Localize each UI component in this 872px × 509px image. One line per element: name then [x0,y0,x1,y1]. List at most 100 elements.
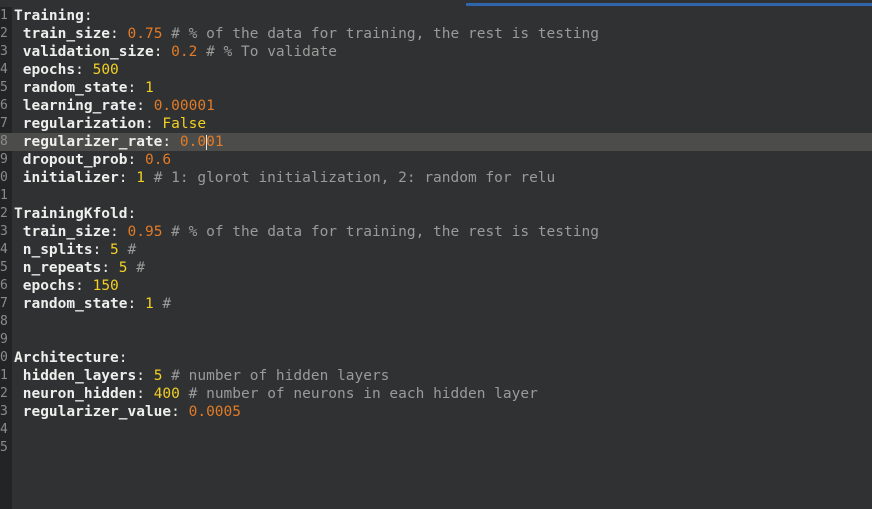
code-line[interactable]: 4 [0,421,872,439]
yaml-key: n_splits [22,242,93,258]
yaml-value: 1 [144,80,154,96]
line-number: 2 [0,26,8,41]
yaml-key: validation_size [22,44,154,60]
yaml-key: regularization [22,116,145,132]
code-line[interactable]: 5 n_repeats: 5 # [0,259,872,277]
code-text: learning_rate: 0.00001 [14,97,215,115]
yaml-comment: # [118,242,137,258]
yaml-value: 1 [136,170,145,186]
code-line[interactable]: 6 learning_rate: 0.00001 [0,97,872,115]
code-line[interactable]: 2 neuron_hidden: 400 # number of neurons… [0,385,872,403]
yaml-separator: : [118,350,128,366]
code-line[interactable]: 1 hidden_layers: 5 # number of hidden la… [0,367,872,385]
yaml-comment: # 1: glorot initialization, 2: random fo… [144,170,556,186]
yaml-comment: # [153,296,172,312]
line-number: 9 [0,332,8,347]
code-line-current[interactable]: 8 regularizer_rate: 0.001 [0,133,872,151]
yaml-separator: : [162,134,180,150]
line-number: 9 [0,152,8,167]
code-text: regularization: False [14,115,206,133]
code-text: regularizer_rate: 0.001 [14,133,224,151]
code-text: train_size: 0.75 # % of the data for tra… [14,25,599,43]
yaml-separator: : [83,8,93,24]
yaml-key: regularizer_rate [22,134,163,150]
code-text: Architecture: [14,349,128,367]
code-line[interactable]: 3 validation_size: 0.2 # % To validate [0,43,872,61]
code-text: train_size: 0.95 # % of the data for tra… [14,223,599,241]
yaml-key: regularizer_value [22,404,172,420]
code-line[interactable]: 0 initializer: 1 # 1: glorot initializat… [0,169,872,187]
active-tab-indicator[interactable] [466,3,872,6]
line-number: 0 [0,350,8,365]
yaml-separator: : [136,368,154,384]
yaml-value: 400 [153,386,180,402]
yaml-comment: # [127,260,145,276]
yaml-value: 0.95 [127,224,163,240]
line-number: 3 [0,224,8,239]
code-line[interactable]: 5 [0,439,872,457]
yaml-key: hidden_layers [22,368,137,384]
line-number: 8 [0,314,8,329]
yaml-separator: : [127,152,145,168]
line-number: 1 [0,8,8,23]
code-line[interactable]: 7 random_state: 1 # [0,295,872,313]
code-line[interactable]: 2 TrainingKfold: [0,205,872,223]
yaml-value: 5 [118,260,128,276]
yaml-key: train_size [22,224,111,240]
yaml-key: n_repeats [22,260,102,276]
code-text: TrainingKfold: [14,205,136,223]
yaml-separator: : [101,260,119,276]
yaml-comment: # % of the data for training, the rest i… [162,26,599,42]
line-number: 4 [0,242,8,257]
yaml-separator: : [118,170,137,186]
code-line[interactable]: 6 epochs: 150 [0,277,872,295]
code-line[interactable]: 3 train_size: 0.95 # % of the data for t… [0,223,872,241]
code-line[interactable]: 1 [0,187,872,205]
code-line[interactable]: 3 regularizer_value: 0.0005 [0,403,872,421]
yaml-value: 0.00001 [153,98,215,114]
code-line[interactable]: 0 Architecture: [0,349,872,367]
code-text: epochs: 500 [14,61,119,79]
yaml-separator: : [127,80,145,96]
code-line[interactable]: 4 n_splits: 5 # [0,241,872,259]
code-line[interactable]: 1 Training: [0,7,872,25]
yaml-comment: # % To validate [197,44,338,60]
yaml-key: initializer [22,170,119,186]
code-line[interactable]: 7 regularization: False [0,115,872,133]
yaml-key: random_state [22,80,128,96]
yaml-separator: : [75,278,93,294]
code-line[interactable]: 2 train_size: 0.75 # % of the data for t… [0,25,872,43]
line-number: 5 [0,80,8,95]
code-line[interactable]: 9 dropout_prob: 0.6 [0,151,872,169]
yaml-key: epochs [22,62,76,78]
code-line[interactable]: 5 random_state: 1 [0,79,872,97]
yaml-value: 0.6 [144,152,172,168]
line-number: 1 [0,368,8,383]
yaml-separator: : [171,404,189,420]
line-number: 4 [0,62,8,77]
yaml-value: 0.0005 [188,404,241,420]
code-line[interactable]: 9 [0,331,872,349]
code-line[interactable]: 4 epochs: 500 [0,61,872,79]
yaml-value: 150 [92,278,119,294]
yaml-separator: : [127,296,145,312]
line-number: 7 [0,116,8,131]
line-number: 8 [0,134,8,149]
yaml-separator: : [110,26,128,42]
yaml-value: 5 [110,242,119,258]
code-line[interactable]: 8 [0,313,872,331]
line-number: 4 [0,422,8,437]
yaml-comment: # % of the data for training, the rest i… [162,224,599,240]
line-number: 6 [0,98,8,113]
